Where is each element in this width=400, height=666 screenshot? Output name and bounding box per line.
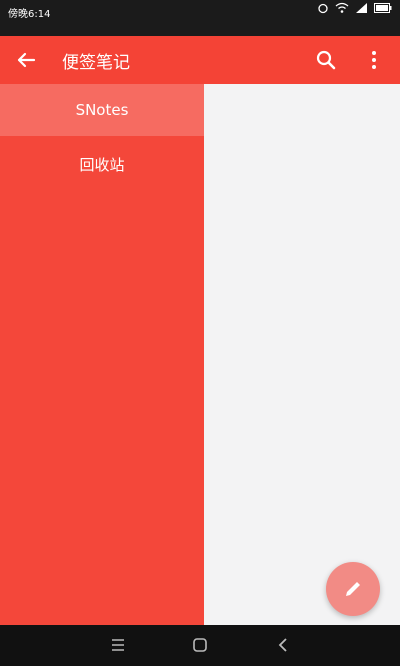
alarm-icon: [318, 3, 328, 14]
search-icon[interactable]: [314, 48, 338, 72]
new-note-fab[interactable]: [326, 562, 380, 616]
app-bar: 便签笔记: [0, 36, 400, 84]
back-icon[interactable]: [273, 634, 295, 656]
notes-content-area: [204, 84, 400, 625]
navigation-drawer: SNotes 回收站: [0, 84, 204, 625]
status-time: 傍晚6:14: [8, 9, 51, 20]
drawer-item-recycle-bin[interactable]: 回收站: [0, 138, 204, 190]
wifi-icon: [335, 2, 349, 13]
system-nav-bar: [0, 625, 400, 666]
battery-icon: [374, 3, 392, 13]
home-icon[interactable]: [189, 634, 211, 656]
menu-icon[interactable]: [107, 634, 129, 656]
more-vert-icon[interactable]: [362, 48, 386, 72]
signal-icon: [356, 3, 367, 13]
back-arrow-icon[interactable]: [12, 46, 40, 74]
status-bar: 傍晚6:14: [0, 0, 400, 36]
status-icons: [317, 2, 392, 14]
drawer-item-label: 回收站: [79, 155, 125, 174]
drawer-item-label: SNotes: [75, 101, 129, 119]
pencil-icon: [346, 582, 360, 596]
app-title: 便签笔记: [62, 53, 130, 73]
drawer-item-snotes[interactable]: SNotes: [0, 84, 204, 136]
